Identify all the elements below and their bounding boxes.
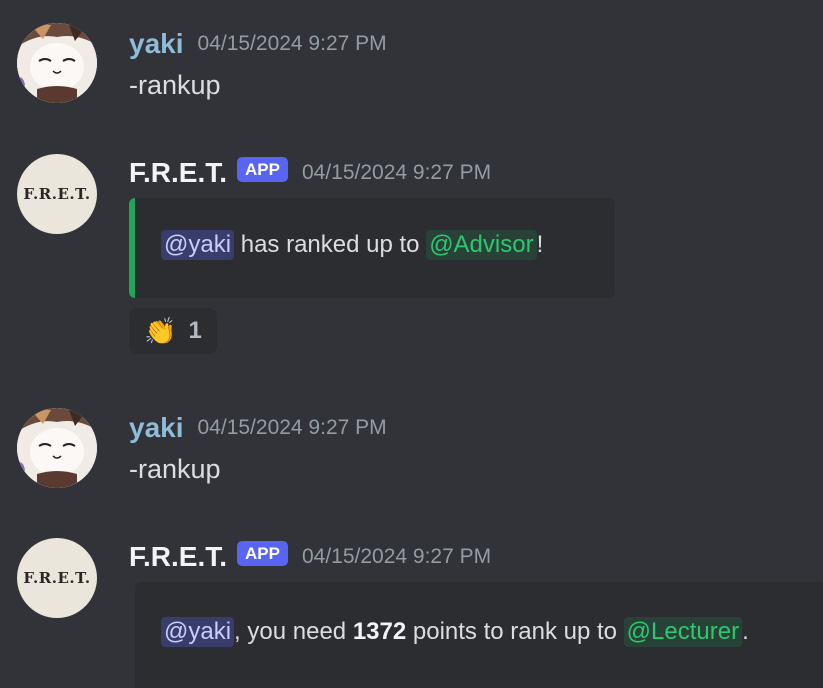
- app-badge: APP: [237, 540, 288, 566]
- embed: @yaki, you need 1372 points to rank up t…: [135, 582, 823, 688]
- points-value: 1372: [352, 618, 407, 645]
- user-mention[interactable]: @yaki: [161, 617, 235, 647]
- role-mention[interactable]: @Lecturer: [623, 617, 743, 647]
- embed-text-mid: points to rank up to: [406, 618, 624, 645]
- embed-description: @yaki, you need 1372 points to rank up t…: [161, 617, 749, 647]
- embed-text: , you need: [234, 618, 353, 645]
- avatar-text: F.R.E.T.: [23, 569, 91, 587]
- timestamp: 04/15/2024 9:27 PM: [301, 545, 492, 568]
- avatar[interactable]: F.R.E.T.: [17, 538, 97, 618]
- message-header: F.R.E.T. APP 04/15/2024 9:27 PM: [129, 540, 491, 574]
- embed-text-end: .: [742, 618, 749, 645]
- message-fret-2: F.R.E.T. F.R.E.T. APP 04/15/2024 9:27 PM…: [0, 0, 823, 688]
- username[interactable]: F.R.E.T.: [129, 541, 227, 573]
